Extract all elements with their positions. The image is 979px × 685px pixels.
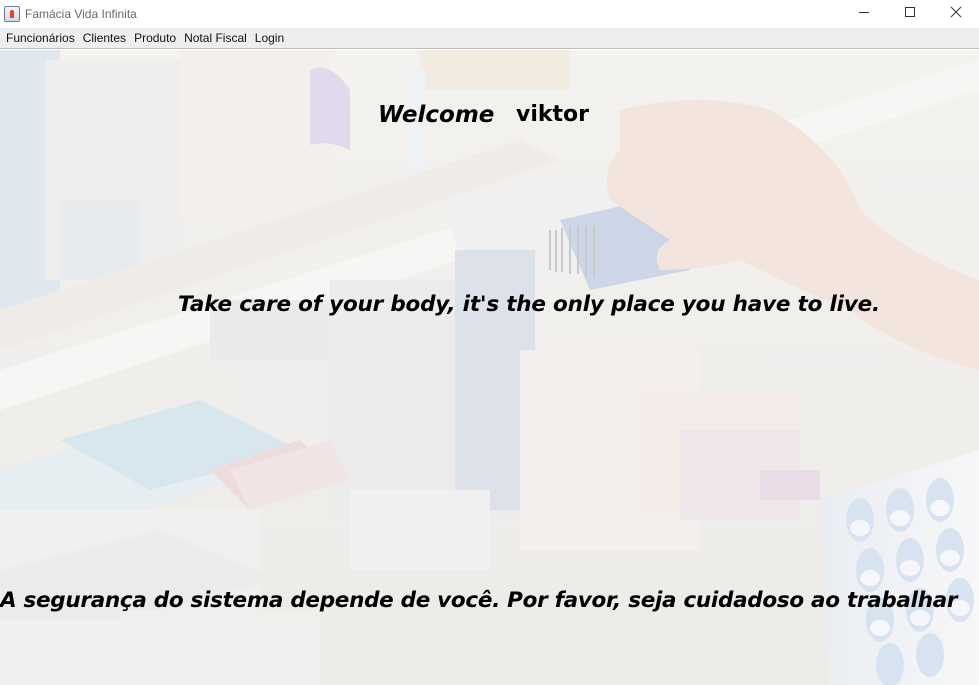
- menu-produto[interactable]: Produto: [130, 29, 180, 47]
- menu-bar: Funcionários Clientes Produto Notal Fisc…: [0, 28, 979, 49]
- menu-funcionarios[interactable]: Funcionários: [2, 29, 79, 47]
- close-button[interactable]: [933, 0, 979, 24]
- welcome-label: Welcome: [378, 102, 495, 128]
- security-warning-label: A segurança do sistema depende de você. …: [0, 588, 958, 613]
- close-icon: [950, 6, 962, 18]
- title-bar: Famácia Vida Infinita: [0, 0, 979, 28]
- username-label: viktor: [516, 102, 589, 127]
- minimize-icon: [859, 12, 869, 13]
- window-title: Famácia Vida Infinita: [25, 7, 137, 21]
- main-panel: Welcome viktor Take care of your body, i…: [0, 50, 979, 685]
- quote-label: Take care of your body, it's the only pl…: [178, 292, 880, 317]
- window-controls: [841, 0, 979, 28]
- menu-login[interactable]: Login: [251, 29, 288, 47]
- java-cup-icon: [4, 6, 20, 22]
- menu-nota-fiscal[interactable]: Notal Fiscal: [180, 29, 251, 47]
- menu-clientes[interactable]: Clientes: [79, 29, 130, 47]
- maximize-button[interactable]: [887, 0, 933, 24]
- minimize-button[interactable]: [841, 0, 887, 24]
- maximize-icon: [905, 7, 915, 17]
